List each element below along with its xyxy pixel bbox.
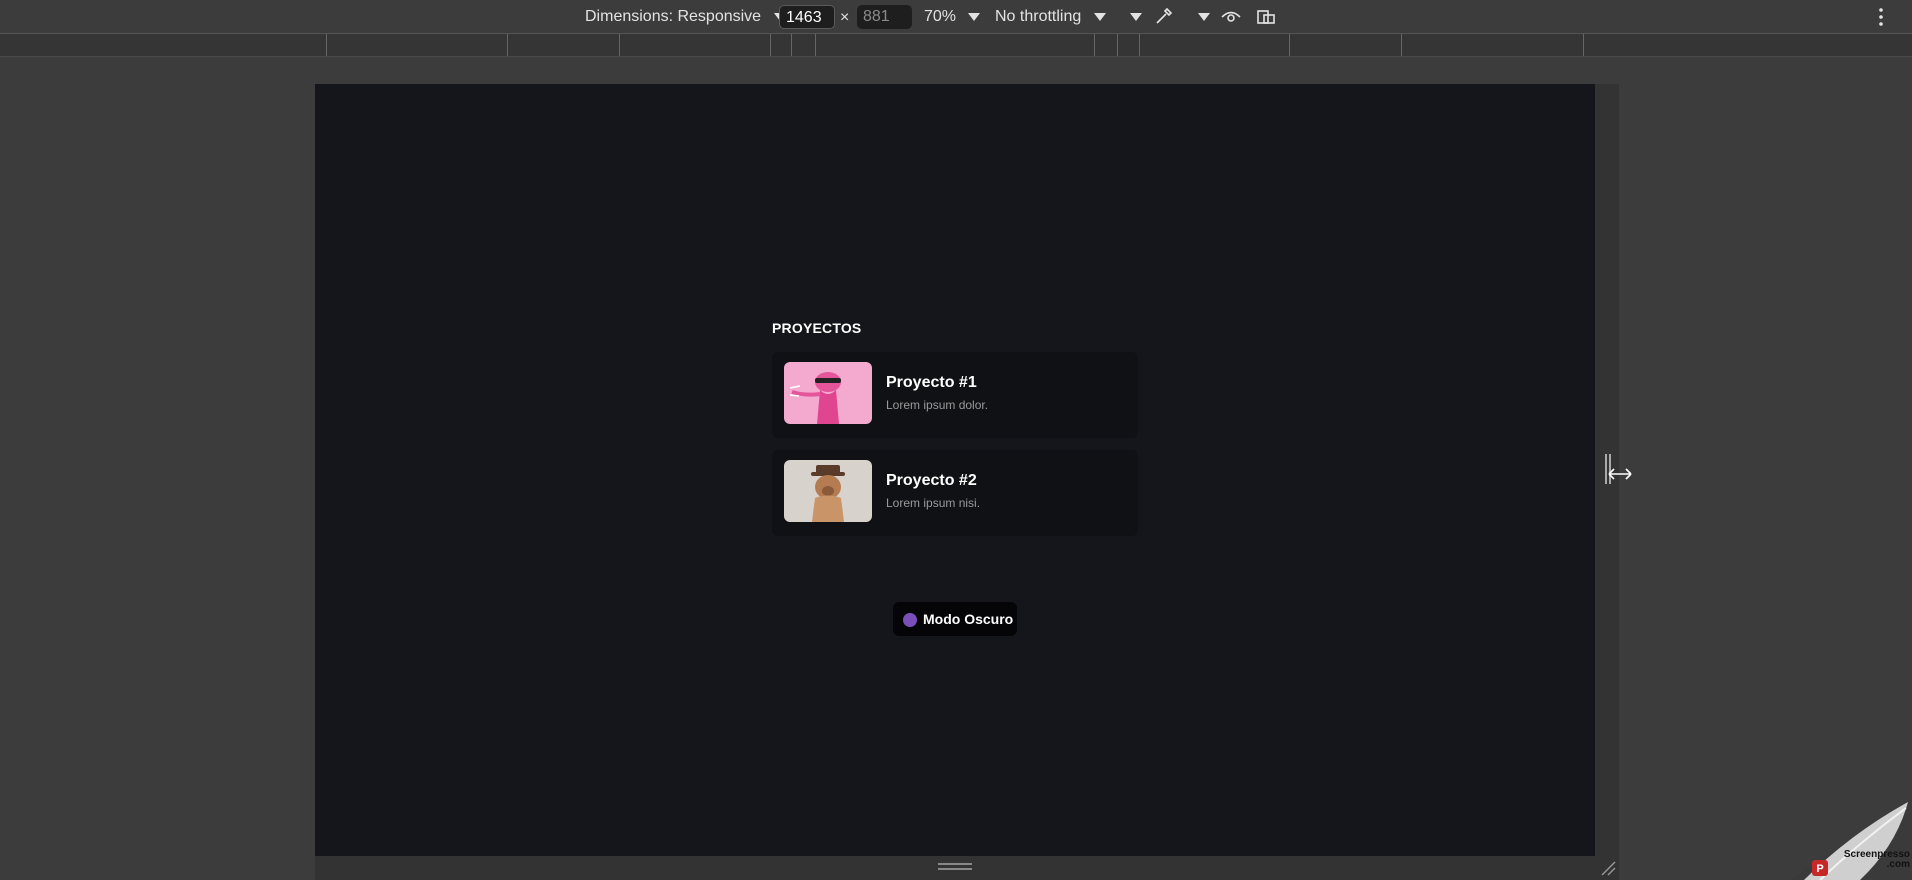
project-thumbnail (784, 460, 872, 522)
resize-grip (938, 868, 972, 870)
device-toolbar: Dimensions: Responsive 1463 × 881 70% No… (0, 0, 1912, 34)
zoom-label: 70% (924, 8, 957, 25)
project-thumbnail (784, 362, 872, 424)
more-dropdown-icon[interactable] (1130, 13, 1142, 21)
dark-mode-button[interactable]: Modo Oscuro (893, 602, 1017, 636)
height-input[interactable]: 881 (857, 5, 912, 29)
media-query-marker (1289, 34, 1290, 56)
inspector-image (784, 460, 872, 522)
section-title: PROYECTOS (772, 320, 862, 336)
media-query-marker (815, 34, 816, 56)
eye-icon[interactable] (1220, 6, 1242, 26)
media-query-marker (507, 34, 508, 56)
rotate-device-icon[interactable] (1255, 5, 1277, 27)
media-query-marker (1117, 34, 1118, 56)
times-sign: × (840, 9, 850, 26)
project-description: Lorem ipsum dolor. (886, 398, 989, 412)
corner-resize-icon[interactable] (1600, 860, 1616, 876)
dark-mode-label: Modo Oscuro (923, 611, 1014, 627)
media-query-marker (791, 34, 792, 56)
svg-text:P: P (1816, 863, 1823, 875)
project-card[interactable]: Proyecto #2 Lorem ipsum nisi. (772, 450, 1138, 536)
media-query-marker (1139, 34, 1140, 56)
project-title: Proyecto #1 (886, 374, 977, 391)
chevron-down-icon (968, 12, 981, 21)
media-query-marker (1094, 34, 1095, 56)
width-input[interactable]: 1463 (779, 5, 835, 29)
resize-grip (938, 863, 972, 865)
zoom-dropdown[interactable]: 70% (924, 7, 981, 27)
more-options-icon[interactable] (1876, 6, 1886, 28)
bottom-resize-handle[interactable] (315, 856, 1619, 880)
pink-panther-image (784, 362, 872, 424)
throttling-dropdown[interactable]: No throttling (995, 7, 1106, 27)
project-card[interactable]: Proyecto #1 Lorem ipsum dolor. (772, 352, 1138, 438)
project-description: Lorem ipsum nisi. (886, 496, 981, 510)
media-query-bar[interactable] (0, 34, 1912, 57)
media-query-marker (770, 34, 771, 56)
media-query-marker (1401, 34, 1402, 56)
dimensions-label: Dimensions: Responsive (585, 8, 762, 25)
media-query-marker (619, 34, 620, 56)
color-picker-icon[interactable] (1153, 5, 1175, 27)
watermark-text: Screenpresso .com (1843, 849, 1910, 870)
chevron-down-icon (1093, 12, 1106, 21)
dimensions-dropdown[interactable]: Dimensions: Responsive (585, 7, 786, 27)
dropdown-icon[interactable] (1198, 13, 1210, 21)
project-title: Proyecto #2 (886, 472, 977, 489)
throttling-label: No throttling (995, 8, 1082, 25)
media-query-marker (1583, 34, 1584, 56)
resize-cursor-icon (1608, 468, 1632, 480)
moon-icon (903, 613, 917, 627)
media-query-marker (326, 34, 327, 56)
